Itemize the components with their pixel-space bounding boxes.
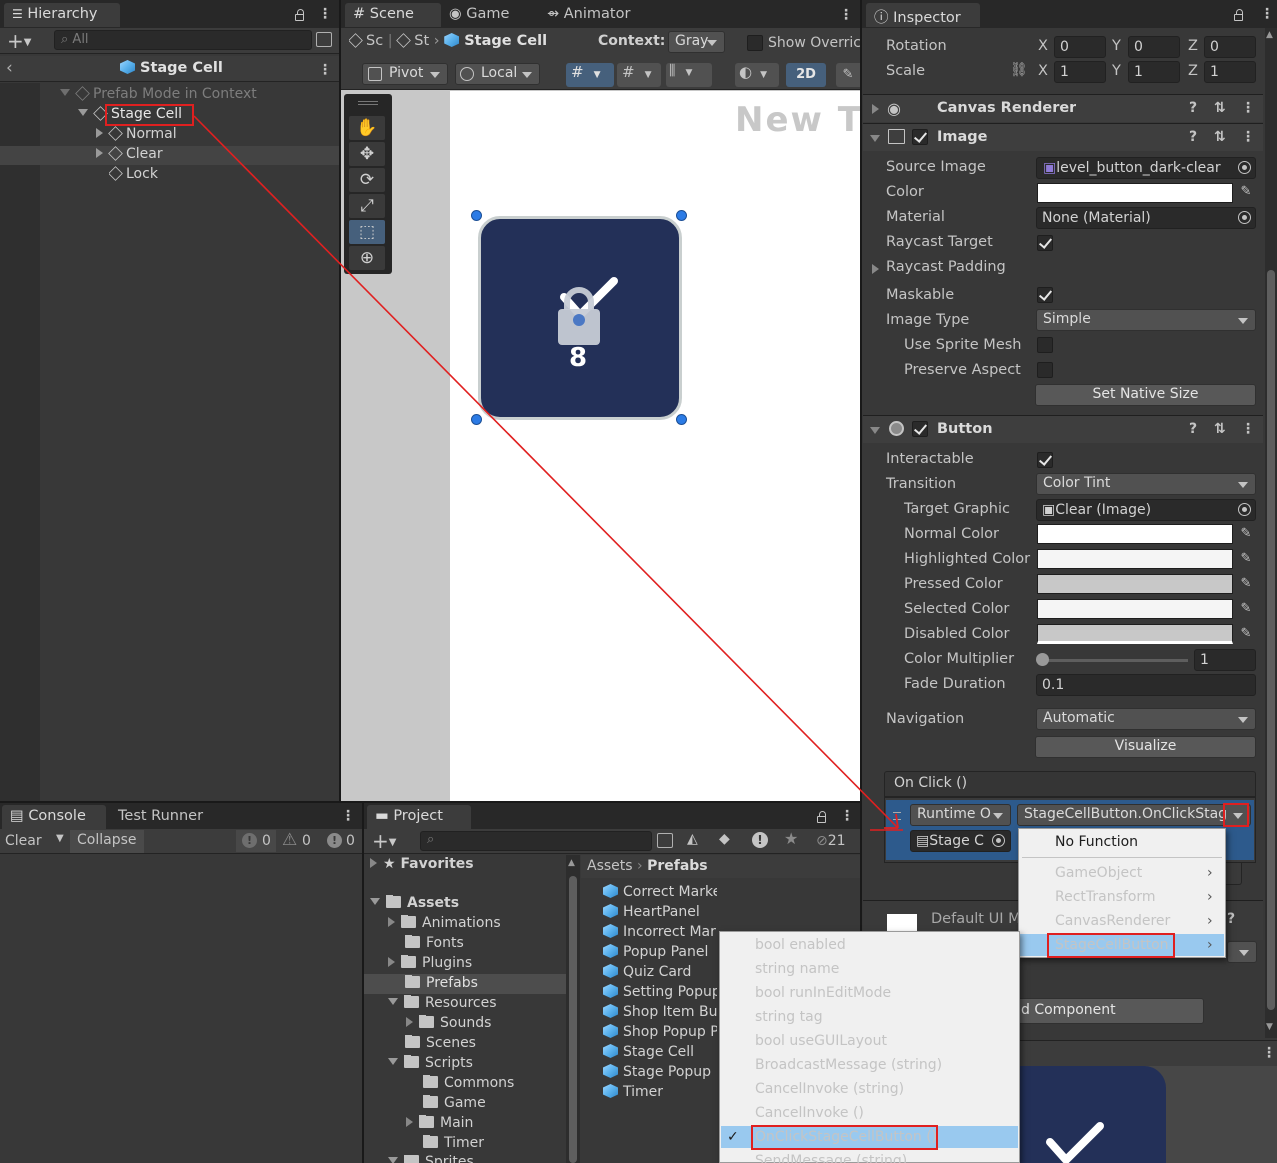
menu-separator <box>1022 857 1222 858</box>
method-menu-item[interactable]: string name <box>755 961 839 977</box>
method-menu-item[interactable]: CancelInvoke (string) <box>755 1081 904 1097</box>
method-menu-item[interactable]: bool useGUILayout <box>755 1033 887 1049</box>
submenu-arrow-icon: › <box>1207 937 1213 953</box>
menu-item-canvasrenderer[interactable]: CanvasRenderer <box>1055 913 1170 929</box>
highlight-box <box>1047 933 1175 958</box>
menu-item-recttransform[interactable]: RectTransform <box>1055 889 1156 905</box>
submenu-arrow-icon: › <box>1207 865 1213 881</box>
method-menu-item[interactable]: bool runInEditMode <box>755 985 891 1001</box>
method-menu-item[interactable]: SendMessage (string) <box>755 1153 907 1163</box>
annotation-line <box>193 115 899 829</box>
method-menu-item[interactable]: bool enabled <box>755 937 846 953</box>
method-menu-item[interactable]: CancelInvoke () <box>755 1105 864 1121</box>
menu-item-no-function[interactable]: No Function <box>1055 834 1138 850</box>
method-menu-item[interactable]: OnClickStageCellButton () <box>755 1129 937 1145</box>
method-menu-item[interactable]: string tag <box>755 1009 823 1025</box>
submenu-arrow-icon: › <box>1207 889 1213 905</box>
method-menu-item[interactable]: BroadcastMessage (string) <box>755 1057 942 1073</box>
check-icon: ✓ <box>727 1129 739 1145</box>
submenu-arrow-icon: › <box>1207 913 1213 929</box>
menu-item-gameobject[interactable]: GameObject <box>1055 865 1142 881</box>
annotation-arrow <box>193 115 903 831</box>
